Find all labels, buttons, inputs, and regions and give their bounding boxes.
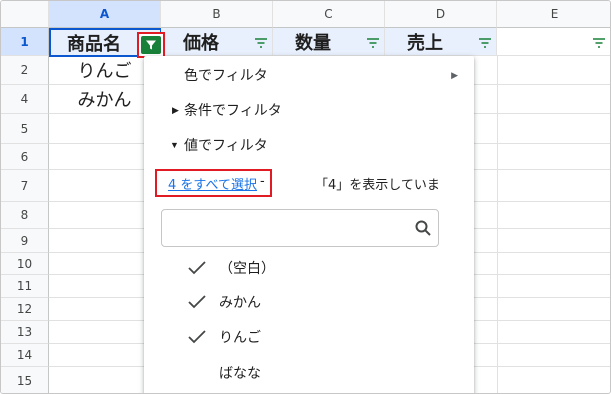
row-header-13[interactable]: 13 bbox=[1, 321, 49, 344]
header-cell-b[interactable]: 価格 bbox=[161, 28, 273, 56]
cell-e4[interactable] bbox=[474, 85, 610, 114]
row-header-10[interactable]: 10 bbox=[1, 253, 49, 275]
row-header-7[interactable]: 7 bbox=[1, 170, 49, 202]
cell-e5[interactable] bbox=[474, 114, 610, 144]
header-label-sales: 売上 bbox=[407, 32, 443, 54]
header-cell-d[interactable]: 売上 bbox=[385, 28, 497, 56]
row-header-11[interactable]: 11 bbox=[1, 275, 49, 298]
column-header-c[interactable]: C bbox=[273, 1, 385, 28]
row-header-14[interactable]: 14 bbox=[1, 344, 49, 367]
value-option-label: （空白） bbox=[219, 261, 275, 277]
caret-right-icon: ▶ bbox=[172, 104, 179, 115]
menu-item-filter-by-values[interactable]: ▼ 値でフィルタ bbox=[144, 128, 474, 162]
row-header-6[interactable]: 6 bbox=[1, 144, 49, 170]
select-all-link[interactable]: 4 をすべて選択 bbox=[168, 174, 257, 193]
check-icon bbox=[188, 261, 206, 275]
value-option-ringo[interactable]: りんご bbox=[187, 321, 457, 353]
row-header-9[interactable]: 9 bbox=[1, 229, 49, 253]
filter-icon[interactable] bbox=[477, 35, 493, 51]
value-option-label: ばなな bbox=[219, 366, 261, 382]
row-header-4[interactable]: 4 bbox=[1, 85, 49, 114]
row-header-15[interactable]: 15 bbox=[1, 367, 49, 393]
column-divider bbox=[497, 56, 498, 393]
cell-e6[interactable] bbox=[474, 144, 610, 170]
value-option-label: みかん bbox=[219, 295, 261, 311]
cell-e11[interactable] bbox=[474, 275, 610, 298]
cell-e14[interactable] bbox=[474, 344, 610, 367]
header-cell-c[interactable]: 数量 bbox=[273, 28, 385, 56]
active-filter-button[interactable] bbox=[137, 32, 165, 58]
value-search-input[interactable] bbox=[161, 209, 439, 247]
cell-e9[interactable] bbox=[474, 229, 610, 253]
row-header-1[interactable]: 1 bbox=[1, 28, 49, 56]
value-option-mikan[interactable]: みかん bbox=[187, 286, 457, 318]
row-header-2[interactable]: 2 bbox=[1, 56, 49, 85]
column-header-e[interactable]: E bbox=[497, 1, 610, 28]
search-icon bbox=[415, 220, 431, 236]
filter-icon[interactable] bbox=[591, 35, 607, 51]
caret-down-icon: ▼ bbox=[170, 140, 179, 150]
check-icon bbox=[188, 295, 206, 309]
submenu-arrow-icon: ▶ bbox=[451, 69, 458, 80]
check-icon bbox=[188, 330, 206, 344]
filter-icon[interactable] bbox=[253, 35, 269, 51]
header-cell-e[interactable] bbox=[497, 28, 610, 56]
row-header-12[interactable]: 12 bbox=[1, 298, 49, 321]
menu-item-filter-by-color[interactable]: 色でフィルタ ▶ bbox=[144, 58, 474, 92]
row-header-8[interactable]: 8 bbox=[1, 202, 49, 229]
cell-e8[interactable] bbox=[474, 202, 610, 229]
menu-item-filter-by-condition[interactable]: ▶ 条件でフィルタ bbox=[144, 93, 474, 127]
showing-count-text: 「4」を表示していま bbox=[315, 178, 440, 193]
column-header-d[interactable]: D bbox=[385, 1, 497, 28]
value-option-label: りんご bbox=[219, 330, 261, 346]
value-option-blank[interactable]: （空白） bbox=[187, 252, 457, 284]
select-all-separator: - bbox=[260, 174, 265, 189]
spreadsheet-frame: A B C D E 1 2 4 5 6 7 8 9 10 11 12 13 14… bbox=[0, 0, 611, 394]
menu-item-label: 条件でフィルタ bbox=[184, 102, 282, 118]
select-all-corner[interactable] bbox=[1, 1, 49, 28]
column-header-b[interactable]: B bbox=[161, 1, 273, 28]
menu-item-label: 値でフィルタ bbox=[184, 137, 268, 153]
cell-value: りんご bbox=[77, 61, 132, 82]
filter-icon[interactable] bbox=[365, 35, 381, 51]
filter-active-icon bbox=[141, 36, 161, 54]
row-header-5[interactable]: 5 bbox=[1, 114, 49, 144]
cell-e12[interactable] bbox=[474, 298, 610, 321]
cell-e13[interactable] bbox=[474, 321, 610, 344]
cell-e7[interactable] bbox=[474, 170, 610, 202]
header-label-price: 価格 bbox=[183, 32, 219, 54]
cell-e15[interactable] bbox=[474, 367, 610, 393]
cell-e2[interactable] bbox=[474, 56, 610, 85]
menu-item-label: 色でフィルタ bbox=[184, 67, 268, 83]
header-label-quantity: 数量 bbox=[295, 32, 331, 54]
cell-e10[interactable] bbox=[474, 253, 610, 275]
header-label-product: 商品名 bbox=[67, 33, 121, 55]
column-header-a[interactable]: A bbox=[49, 1, 161, 28]
value-option-banana[interactable]: ばなな bbox=[187, 357, 457, 389]
cell-value: みかん bbox=[77, 90, 132, 111]
